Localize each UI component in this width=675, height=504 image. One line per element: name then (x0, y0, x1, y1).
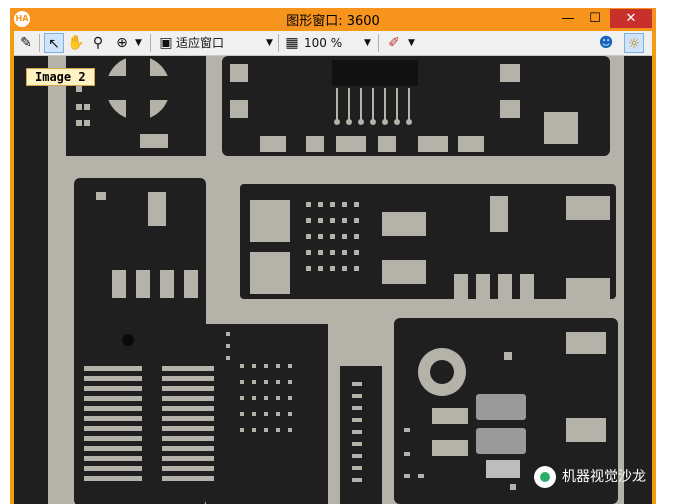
edit-icon[interactable]: ✎ (16, 33, 36, 53)
zoom-mode-select[interactable]: 适应窗口 (176, 33, 266, 53)
toolbar-divider (278, 34, 279, 52)
magnify-icon[interactable]: ⚲ (88, 33, 108, 53)
pan-hand-icon[interactable]: ✋ (66, 33, 86, 53)
pointer-icon[interactable]: ↖ (44, 33, 64, 53)
watermark-text: 机器视觉沙龙 (562, 469, 646, 485)
light-bulb-icon[interactable]: ☼ (624, 33, 644, 53)
halcon-graphics-window: HA 图形窗口: 3600 — ☐ ✕ ✎ ↖ ✋ ⚲ ⊕ ▼ ▣ 适应窗口 ▼… (10, 8, 656, 504)
figure-icon[interactable]: ☻ (596, 33, 616, 53)
color-tools-dropdown-arrow[interactable]: ▼ (408, 33, 418, 53)
wechat-icon (534, 466, 556, 488)
watermark: 机器视觉沙龙 (534, 464, 646, 490)
toolbar-divider (39, 34, 40, 52)
zoom-in-dropdown-arrow[interactable]: ▼ (135, 33, 145, 53)
toolbar-divider (378, 34, 379, 52)
zoom-in-icon[interactable]: ⊕ (112, 33, 132, 53)
fit-window-icon[interactable]: ▣ (156, 33, 176, 53)
minimize-button[interactable]: — (555, 9, 581, 28)
toolbar-divider (150, 34, 151, 52)
maximize-button[interactable]: ☐ (582, 9, 608, 28)
zoom-percent-dropdown-arrow[interactable]: ▼ (364, 33, 374, 53)
image-label: Image 2 (26, 68, 95, 86)
zoom-percent-select[interactable]: 100 % (304, 33, 364, 53)
title-bar[interactable]: HA 图形窗口: 3600 — ☐ ✕ (10, 8, 656, 30)
pcb-image (14, 56, 652, 504)
color-tools-icon[interactable]: ✐ (384, 33, 404, 53)
close-button[interactable]: ✕ (610, 9, 652, 28)
toolbar: ✎ ↖ ✋ ⚲ ⊕ ▼ ▣ 适应窗口 ▼ ▦ 100 % ▼ ✐ ▼ ☻ ☼ (14, 31, 652, 56)
zoom-percent-icon[interactable]: ▦ (282, 33, 302, 53)
image-canvas[interactable]: Image 2 机器视觉沙龙 (14, 56, 652, 504)
zoom-mode-dropdown-arrow[interactable]: ▼ (266, 33, 276, 53)
